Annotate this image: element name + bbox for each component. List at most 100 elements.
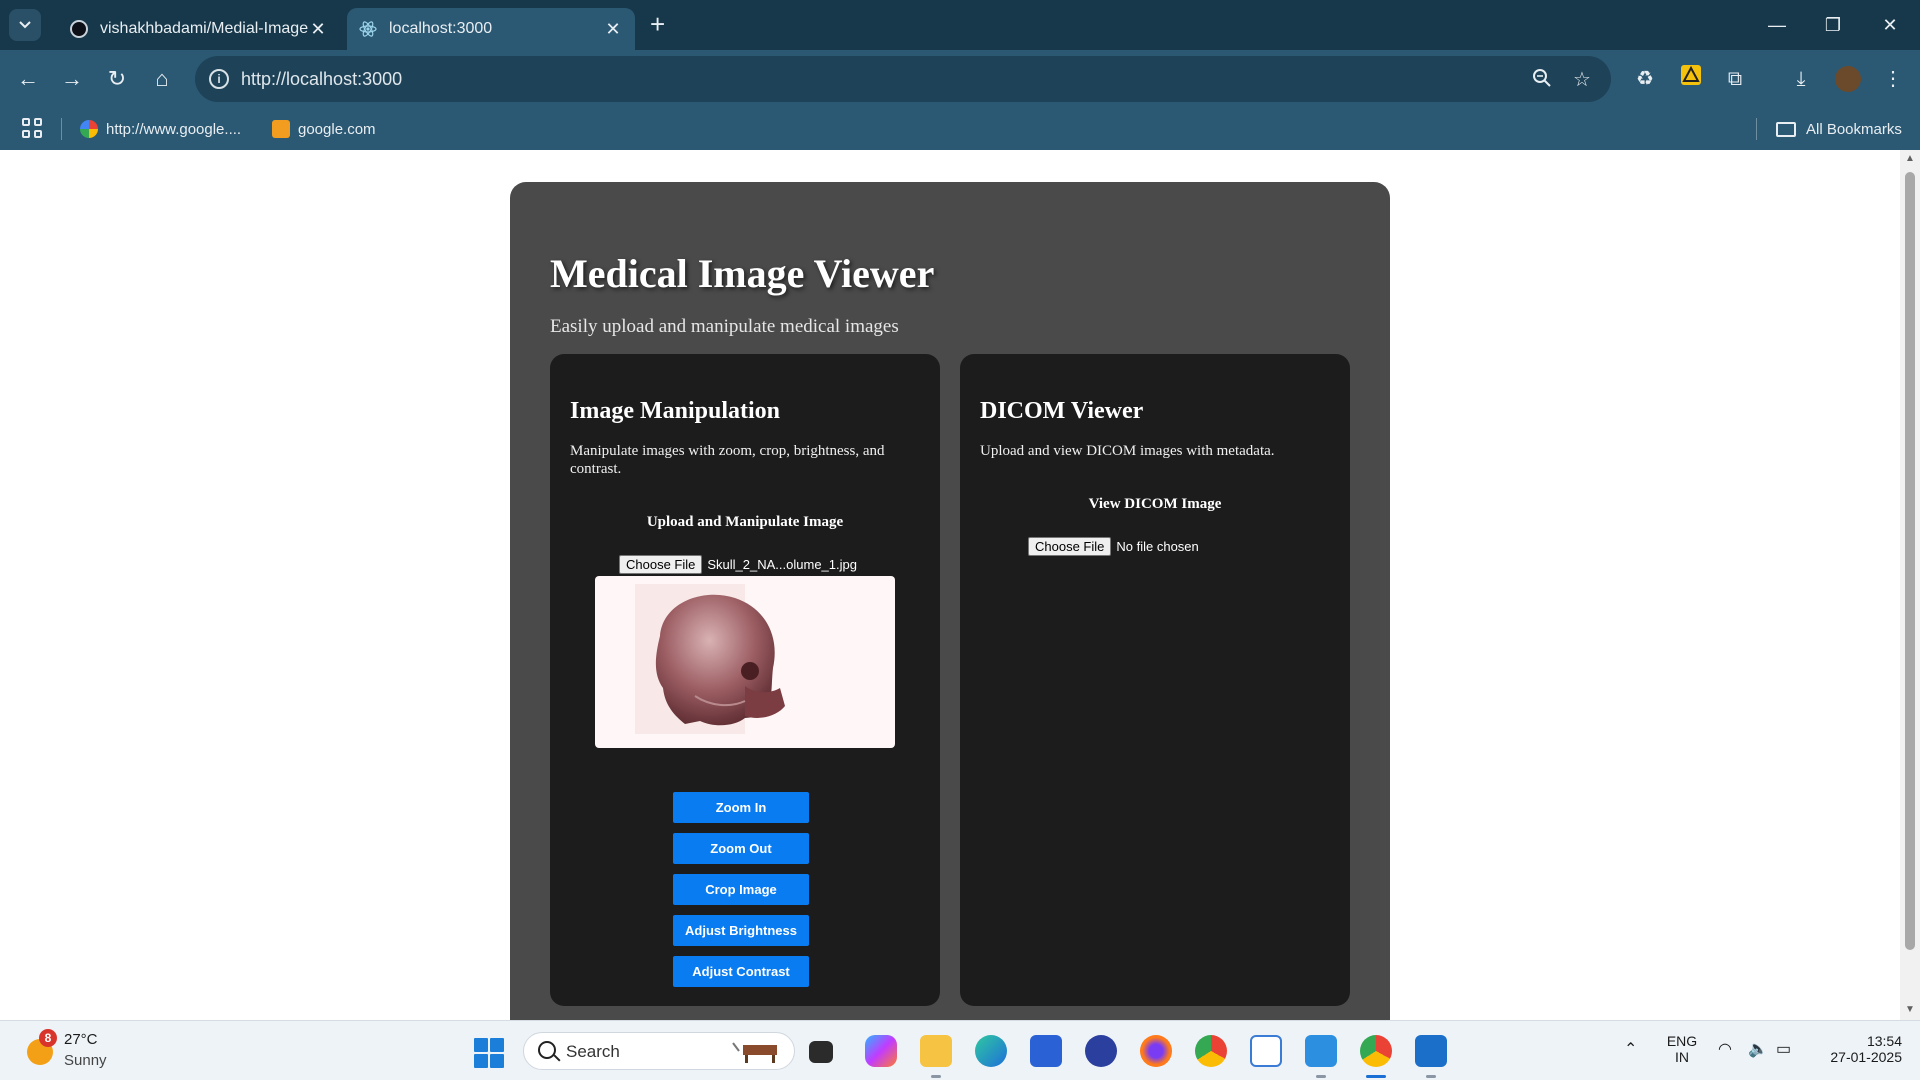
image-manipulation-panel: Image Manipulation Manipulate images wit…: [550, 354, 940, 1006]
apps-grid-icon[interactable]: [22, 118, 42, 138]
extensions-icon[interactable]: ⧉: [1720, 64, 1750, 94]
manipulation-buttons: Zoom In Zoom Out Crop Image Adjust Brigh…: [673, 792, 809, 997]
language-line1: ENG: [1666, 1033, 1698, 1049]
panel-title: Image Manipulation: [570, 398, 781, 424]
task-view-icon[interactable]: [809, 1041, 833, 1063]
firefox-icon[interactable]: [1140, 1035, 1172, 1067]
wifi-icon[interactable]: ◠: [1718, 1039, 1732, 1059]
adjust-brightness-button[interactable]: Adjust Brightness: [673, 915, 809, 946]
close-icon[interactable]: ✕: [308, 19, 328, 40]
weather-temperature: 27°C: [64, 1031, 98, 1048]
bookmark-google-com[interactable]: google.com: [272, 118, 376, 140]
tab-search-button[interactable]: [9, 9, 41, 41]
panel-title: DICOM Viewer: [980, 398, 1144, 424]
page-viewport: Medical Image Viewer Easily upload and m…: [0, 150, 1900, 1020]
chrome-icon[interactable]: [1195, 1035, 1227, 1067]
choose-file-button[interactable]: Choose File: [1028, 537, 1112, 556]
page-scrollbar[interactable]: ▲ ▼: [1900, 150, 1920, 1020]
tab-localhost[interactable]: localhost:3000 ✕: [347, 8, 635, 50]
outlook-icon[interactable]: [1415, 1035, 1447, 1067]
file-explorer-icon[interactable]: [920, 1035, 952, 1067]
clock-time: 13:54: [1866, 1033, 1902, 1049]
new-tab-button[interactable]: +: [650, 10, 665, 38]
all-bookmarks[interactable]: All Bookmarks: [1776, 118, 1902, 140]
mail-icon[interactable]: [1250, 1035, 1282, 1067]
taskbar: 8 27°C Sunny Search ⌃ ENG IN ◠ 🔈 ▭ 13:54…: [0, 1020, 1920, 1080]
weather-badge: 8: [39, 1029, 57, 1047]
star-icon[interactable]: ☆: [1570, 68, 1594, 92]
panel-description: Manipulate images with zoom, crop, brigh…: [570, 443, 885, 477]
browser-tab-bar: vishakhbadami/Medial-Image-S ✕ localhost…: [0, 0, 1920, 50]
react-icon: [359, 20, 377, 38]
start-button[interactable]: [474, 1038, 504, 1068]
url-text: http://localhost:3000: [241, 69, 403, 89]
active-indicator: [1366, 1075, 1386, 1078]
upload-section-heading: Upload and Manipulate Image: [646, 514, 844, 530]
warning-extension-icon[interactable]: [1676, 64, 1706, 94]
info-icon[interactable]: i: [209, 69, 229, 89]
page-subtitle: Easily upload and manipulate medical ima…: [550, 316, 899, 337]
language-indicator[interactable]: ENG IN: [1665, 1033, 1699, 1065]
edge-icon[interactable]: [975, 1035, 1007, 1067]
dicom-section-heading: View DICOM Image: [1088, 496, 1222, 512]
close-window-button[interactable]: ✕: [1875, 10, 1905, 40]
image-file-input[interactable]: Choose File Skull_2_NA...olume_1.jpg: [619, 555, 857, 574]
running-indicator: [1316, 1075, 1326, 1078]
store-icon[interactable]: [1030, 1035, 1062, 1067]
scroll-thumb[interactable]: [1905, 172, 1915, 950]
github-icon: [70, 20, 88, 38]
browser-toolbar: ← → ↻ ⌂ i http://localhost:3000 ☆ ♻ ⧉ ⤓ …: [0, 50, 1920, 108]
home-button[interactable]: ⌂: [147, 64, 177, 94]
zoom-out-button[interactable]: Zoom Out: [673, 833, 809, 864]
scroll-up-icon[interactable]: ▲: [1904, 153, 1916, 164]
google-icon: [80, 120, 98, 138]
back-button[interactable]: ←: [13, 64, 43, 94]
chevron-up-icon[interactable]: ⌃: [1624, 1039, 1637, 1059]
clock[interactable]: 13:54 27-01-2025: [1812, 1033, 1902, 1065]
all-bookmarks-label: All Bookmarks: [1806, 120, 1902, 138]
running-indicator: [931, 1075, 941, 1078]
tab-github[interactable]: vishakhbadami/Medial-Image-S ✕: [58, 8, 340, 50]
tab-title: localhost:3000: [389, 20, 493, 37]
bookmarks-bar: http://www.google.... google.com All Boo…: [0, 108, 1920, 150]
copilot-icon[interactable]: [865, 1035, 897, 1067]
bookmark-label: http://www.google....: [106, 120, 242, 138]
main-card: Medical Image Viewer Easily upload and m…: [510, 182, 1390, 1020]
recycle-extension-icon[interactable]: ♻: [1630, 64, 1660, 94]
dicom-file-input[interactable]: Choose File No file chosen: [1028, 537, 1199, 556]
taskbar-search[interactable]: Search: [523, 1032, 795, 1070]
scroll-down-icon[interactable]: ▼: [1904, 1004, 1916, 1015]
zoom-icon[interactable]: [1530, 68, 1554, 92]
search-highlight-art: [732, 1042, 777, 1063]
crop-image-button[interactable]: Crop Image: [673, 874, 809, 905]
bookmark-divider: [1756, 118, 1757, 140]
restore-button[interactable]: ❐: [1818, 10, 1848, 40]
avatar[interactable]: [1833, 64, 1863, 94]
forward-button[interactable]: →: [57, 64, 87, 94]
battery-icon[interactable]: ▭: [1776, 1039, 1791, 1059]
clock-date: 27-01-2025: [1830, 1049, 1902, 1065]
choose-file-button[interactable]: Choose File: [619, 555, 703, 574]
address-bar[interactable]: i http://localhost:3000 ☆: [195, 56, 1611, 102]
minimize-button[interactable]: —: [1762, 10, 1792, 40]
close-icon[interactable]: ✕: [603, 19, 623, 40]
weather-condition: Sunny: [64, 1052, 107, 1069]
adjust-contrast-button[interactable]: Adjust Contrast: [673, 956, 809, 987]
search-app-icon[interactable]: [1085, 1035, 1117, 1067]
chevron-down-icon: [19, 21, 31, 29]
more-menu-icon[interactable]: ⋮: [1878, 64, 1908, 94]
bookmark-divider: [61, 118, 62, 140]
reload-button[interactable]: ↻: [102, 64, 132, 94]
bookmark-google[interactable]: http://www.google....: [80, 118, 241, 140]
language-line2: IN: [1675, 1049, 1689, 1065]
zoom-in-button[interactable]: Zoom In: [673, 792, 809, 823]
running-indicator: [1426, 1075, 1436, 1078]
search-icon: [538, 1041, 556, 1059]
download-icon[interactable]: ⤓: [1786, 64, 1816, 94]
image-preview: [595, 576, 895, 748]
tab-title: vishakhbadami/Medial-Image-S: [100, 20, 308, 37]
skull-image: [635, 584, 785, 734]
chrome-profile-icon[interactable]: [1360, 1035, 1392, 1067]
vscode-icon[interactable]: [1305, 1035, 1337, 1067]
volume-icon[interactable]: 🔈: [1748, 1039, 1768, 1059]
